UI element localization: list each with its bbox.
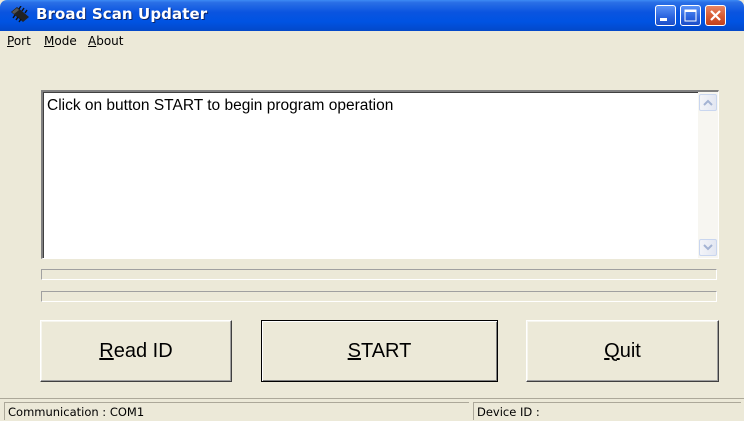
output-textarea[interactable]: Click on button START to begin program o… (41, 90, 719, 259)
close-icon (710, 10, 721, 21)
chevron-down-icon (703, 244, 713, 251)
status-bar: Communication : COM1 Device ID : (0, 398, 744, 421)
menu-about[interactable]: About (88, 34, 124, 48)
scroll-down-button[interactable] (699, 239, 717, 256)
close-button[interactable] (705, 5, 726, 26)
progress-bar-1 (41, 269, 717, 280)
app-window: Broad Scan Updater Port Mode About Click… (0, 0, 744, 421)
start-button[interactable]: S TART (261, 320, 498, 382)
app-icon (9, 5, 31, 24)
status-communication: Communication : COM1 (4, 402, 469, 420)
maximize-icon (684, 9, 697, 22)
output-text: Click on button START to begin program o… (47, 97, 394, 114)
menu-bar: Port Mode About (0, 31, 744, 53)
minimize-button[interactable] (655, 5, 676, 26)
vertical-scrollbar[interactable] (698, 92, 718, 258)
maximize-button[interactable] (680, 5, 701, 26)
menu-mode[interactable]: Mode (44, 34, 77, 48)
read-id-button[interactable]: Read ID (40, 320, 232, 382)
title-bar[interactable]: Broad Scan Updater (0, 0, 744, 31)
chevron-up-icon (703, 99, 713, 106)
scroll-up-button[interactable] (699, 94, 717, 111)
menu-port[interactable]: Port (7, 34, 31, 48)
quit-button[interactable]: Quit (526, 320, 719, 382)
minimize-icon (660, 18, 667, 21)
status-device-id: Device ID : (473, 402, 741, 420)
progress-bar-2 (41, 291, 717, 302)
window-title: Broad Scan Updater (36, 5, 208, 23)
